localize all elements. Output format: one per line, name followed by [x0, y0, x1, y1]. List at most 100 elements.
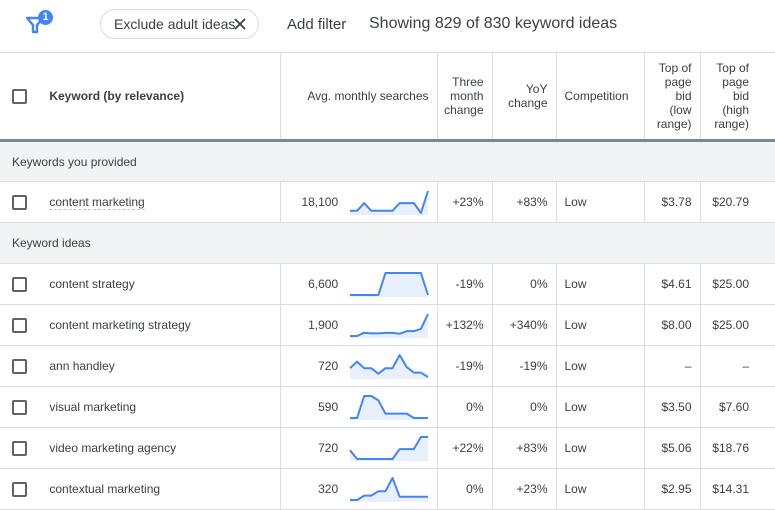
- keyword-cell: visual marketing: [0, 386, 281, 428]
- header-three-month-change[interactable]: Three month change: [437, 52, 493, 142]
- competition: Low: [556, 263, 645, 305]
- keyword-table: Keyword (by relevance) Avg. monthly sear…: [0, 52, 775, 510]
- header-line: (high: [722, 103, 749, 117]
- row-checkbox[interactable]: [12, 481, 27, 497]
- row-checkbox[interactable]: [12, 399, 27, 415]
- competition: Low: [556, 181, 645, 223]
- avg-monthly-searches-cell: 590: [280, 386, 438, 428]
- sparkline-area: [349, 273, 428, 297]
- section-header-row: Keywords you provided: [0, 140, 775, 182]
- bid-low: $5.06: [644, 427, 701, 469]
- sparkline-area: [349, 478, 428, 502]
- three-month-change: +22%: [437, 427, 493, 469]
- table-row[interactable]: content strategy 6,600 -19% 0% Low $4.61…: [0, 263, 775, 305]
- filter-button[interactable]: 1: [26, 10, 56, 36]
- table-row[interactable]: content marketing strategy 1,900 +132% +…: [0, 304, 775, 346]
- keyword-cell: contextual marketing: [0, 468, 281, 510]
- sparkline-area: [349, 396, 428, 420]
- trend-sparkline[interactable]: [348, 435, 429, 461]
- header-line: (low: [669, 103, 692, 117]
- trend-sparkline[interactable]: [349, 312, 429, 338]
- competition: Low: [556, 427, 645, 469]
- bid-high: $25.00: [700, 304, 775, 346]
- results-count: Showing 829 of 830 keyword ideas: [369, 15, 618, 32]
- three-month-change: +132%: [437, 304, 493, 346]
- header-bid-high[interactable]: Top of page bid (high range): [700, 52, 775, 142]
- bid-high: –: [700, 345, 775, 387]
- header-avg-monthly-searches[interactable]: Avg. monthly searches: [280, 52, 438, 142]
- sparkline-area: [349, 437, 428, 461]
- keyword-text[interactable]: content marketing: [49, 195, 145, 211]
- trend-sparkline[interactable]: [349, 394, 429, 420]
- keyword-cell: video marketing agency: [0, 427, 281, 469]
- toolbar: 1 Exclude adult ideas Add filter Showing…: [0, 0, 775, 52]
- table-row[interactable]: visual marketing 590 0% 0% Low $3.50 $7.…: [0, 386, 775, 428]
- table-row[interactable]: contextual marketing 320 0% +23% Low $2.…: [0, 468, 775, 510]
- bid-high: $14.31: [700, 468, 775, 510]
- keyword-text[interactable]: ann handley: [49, 359, 114, 373]
- section-title: Keywords you provided: [0, 140, 775, 182]
- yoy-change: 0%: [492, 386, 557, 428]
- header-line: range): [714, 117, 749, 131]
- table-row[interactable]: video marketing agency 720 +22% +83% Low…: [0, 427, 775, 469]
- yoy-change: -19%: [492, 345, 557, 387]
- avg-monthly-searches-value: 590: [318, 400, 339, 414]
- bid-low: $3.50: [644, 386, 701, 428]
- keyword-text[interactable]: video marketing agency: [49, 441, 176, 455]
- header-keyword[interactable]: Keyword (by relevance): [0, 52, 281, 142]
- add-filter-button[interactable]: Add filter: [287, 16, 346, 33]
- select-all-checkbox[interactable]: [12, 88, 27, 104]
- row-checkbox[interactable]: [12, 276, 27, 292]
- trend-sparkline[interactable]: [349, 271, 429, 297]
- yoy-change: +83%: [492, 427, 557, 469]
- row-checkbox[interactable]: [12, 440, 27, 456]
- yoy-change: +23%: [492, 468, 557, 510]
- avg-monthly-searches-cell: 18,100: [280, 181, 438, 223]
- header-competition[interactable]: Competition: [556, 52, 645, 142]
- trend-sparkline[interactable]: [349, 476, 429, 502]
- table-header-row: Keyword (by relevance) Avg. monthly sear…: [0, 52, 775, 142]
- header-line: month: [450, 89, 484, 103]
- trend-sparkline[interactable]: [348, 353, 429, 379]
- yoy-change: 0%: [492, 263, 557, 305]
- keyword-cell: content strategy: [0, 263, 281, 305]
- avg-monthly-searches-value: 6,600: [308, 277, 339, 291]
- keyword-text[interactable]: content marketing strategy: [49, 318, 190, 332]
- row-checkbox[interactable]: [12, 317, 27, 333]
- header-keyword-label: Keyword (by relevance): [49, 89, 185, 104]
- exclude-adult-ideas-chip[interactable]: Exclude adult ideas: [100, 9, 259, 39]
- avg-monthly-searches-cell: 320: [280, 468, 438, 510]
- bid-low: –: [644, 345, 701, 387]
- table-row[interactable]: content marketing 18,100 +23% +83% Low $…: [0, 181, 775, 223]
- header-yoy-change[interactable]: YoY change: [492, 52, 557, 142]
- header-line: YoY: [525, 82, 548, 96]
- avg-monthly-searches-value: 320: [318, 482, 339, 496]
- header-bid-low[interactable]: Top of page bid (low range): [644, 52, 701, 142]
- header-line: Top of: [716, 61, 749, 75]
- close-icon[interactable]: [231, 15, 249, 33]
- three-month-change: -19%: [437, 263, 493, 305]
- competition: Low: [556, 386, 645, 428]
- competition: Low: [556, 304, 645, 346]
- avg-monthly-searches-cell: 1,900: [280, 304, 438, 346]
- avg-monthly-searches-cell: 720: [280, 345, 438, 387]
- bid-low: $2.95: [644, 468, 701, 510]
- keyword-text[interactable]: contextual marketing: [49, 482, 160, 496]
- competition: Low: [556, 468, 645, 510]
- filter-count-badge: 1: [38, 10, 53, 25]
- avg-monthly-searches-value: 18,100: [301, 195, 339, 209]
- header-line: bid: [675, 89, 692, 103]
- three-month-change: 0%: [437, 468, 493, 510]
- keyword-text[interactable]: visual marketing: [49, 400, 136, 414]
- keyword-text[interactable]: content strategy: [49, 277, 134, 291]
- section-header-row: Keyword ideas: [0, 222, 775, 264]
- header-line: bid: [732, 89, 749, 103]
- avg-monthly-searches-cell: 6,600: [280, 263, 438, 305]
- bid-high: $7.60: [700, 386, 775, 428]
- table-row[interactable]: ann handley 720 -19% -19% Low – –: [0, 345, 775, 387]
- header-line: Three: [452, 75, 484, 89]
- row-checkbox[interactable]: [12, 358, 27, 374]
- avg-monthly-searches-cell: 720: [280, 427, 438, 469]
- trend-sparkline[interactable]: [349, 189, 429, 215]
- row-checkbox[interactable]: [12, 194, 27, 210]
